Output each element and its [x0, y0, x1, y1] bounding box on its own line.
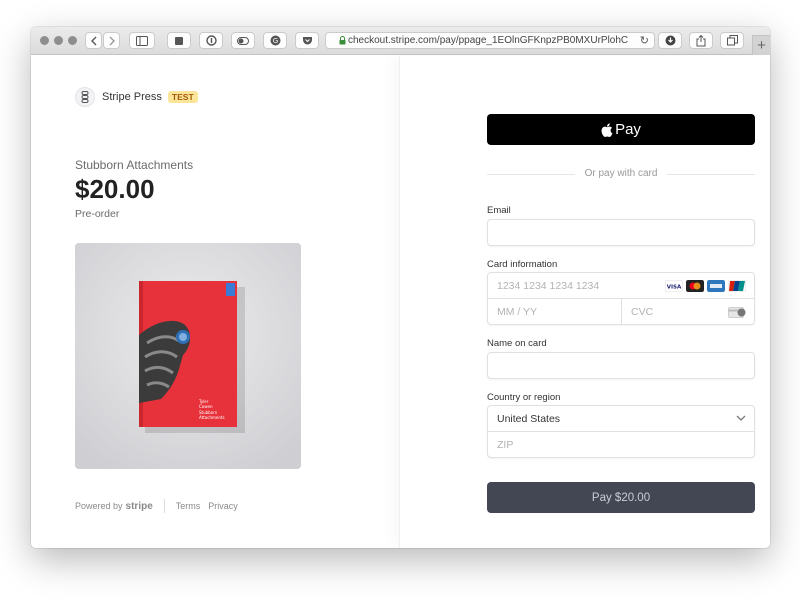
card-brands: VISA: [665, 280, 746, 292]
pay-button[interactable]: Pay $20.00: [487, 482, 755, 513]
card-info-group: 1234 1234 1234 1234 VISA MM / YY CVC: [487, 272, 755, 325]
book-cover-illustration: Tyler Cowen Stubborn Attachments: [75, 243, 301, 469]
chevron-down-icon: [736, 415, 746, 421]
forward-button[interactable]: [103, 32, 120, 49]
address-group: United States ZIP: [487, 405, 755, 458]
terms-link[interactable]: Terms: [176, 501, 201, 511]
extension-button-1[interactable]: [167, 32, 191, 49]
divider-line-right: [667, 174, 755, 175]
card-info-label: Card information: [487, 259, 558, 270]
email-label: Email: [487, 205, 511, 216]
svg-text:Attachments: Attachments: [199, 415, 225, 420]
pay-with-card-divider: Or pay with card: [487, 168, 755, 180]
minimize-window-icon[interactable]: [54, 36, 63, 45]
onepassword-icon: [205, 35, 217, 46]
test-mode-badge: TEST: [167, 91, 198, 103]
new-tab-button[interactable]: +: [752, 35, 770, 55]
download-icon: [665, 35, 675, 46]
grammarly-icon: G: [270, 35, 280, 46]
chevron-left-icon: [90, 36, 96, 45]
stripe-wordmark[interactable]: stripe: [126, 501, 153, 512]
merchant-header: Stripe Press TEST: [75, 87, 198, 107]
address-bar[interactable]: checkout.stripe.com/pay/ppage_1EOlnGFKnp…: [325, 32, 655, 49]
merchant-logo[interactable]: [75, 87, 95, 107]
expiry-placeholder: MM / YY: [497, 306, 538, 318]
svg-text:G: G: [272, 37, 277, 45]
lock-icon: [339, 36, 346, 45]
name-on-card-field[interactable]: [487, 352, 755, 379]
payment-panel: Pay Or pay with card Email Card informat…: [399, 56, 770, 548]
product-price: $20.00: [75, 174, 155, 204]
url-text: checkout.stripe.com/pay/ppage_1EOlnGFKnp…: [348, 35, 629, 46]
chevron-right-icon: [109, 36, 115, 45]
svg-text:Cowen: Cowen: [199, 404, 213, 409]
back-button[interactable]: [85, 32, 102, 49]
visa-icon: VISA: [665, 280, 683, 292]
cvc-placeholder: CVC: [631, 306, 654, 318]
merchant-name: Stripe Press: [102, 91, 162, 103]
amex-icon: [707, 280, 725, 292]
tabs-icon: [726, 35, 738, 46]
order-summary-panel: Stripe Press TEST Stubborn Attachments $…: [31, 56, 399, 548]
privacy-link[interactable]: Privacy: [208, 501, 238, 511]
expiry-input[interactable]: MM / YY: [488, 299, 622, 325]
powered-by-text: Powered by: [75, 501, 123, 511]
share-icon: [696, 34, 706, 46]
card-number-input[interactable]: 1234 1234 1234 1234 VISA: [488, 273, 754, 299]
toggle-icon: [237, 36, 249, 45]
svg-text:VISA: VISA: [667, 285, 682, 291]
share-button[interactable]: [689, 32, 713, 49]
zoom-window-icon[interactable]: [68, 36, 77, 45]
sidebar-icon: [136, 35, 148, 46]
sidebar-button[interactable]: [129, 32, 155, 49]
downloads-button[interactable]: [658, 32, 682, 49]
browser-window: G checkout.stripe.com/pay/ppage_1EOlnGFK…: [31, 27, 770, 548]
unionpay-icon: [728, 280, 746, 292]
reload-icon[interactable]: ↻: [640, 34, 649, 47]
apple-logo-icon: [601, 122, 613, 137]
country-selected-value: United States: [497, 412, 561, 425]
product-title: Stubborn Attachments: [75, 158, 194, 172]
extension-button-3[interactable]: [231, 32, 255, 49]
zip-placeholder: ZIP: [497, 439, 514, 451]
apple-pay-button[interactable]: Pay: [487, 114, 755, 145]
browser-toolbar: G checkout.stripe.com/pay/ppage_1EOlnGFK…: [31, 27, 770, 55]
page-footer: Powered by stripe Terms Privacy: [75, 499, 246, 513]
extension-icon: [175, 36, 183, 45]
zip-input[interactable]: ZIP: [488, 432, 754, 458]
product-status: Pre-order: [75, 208, 120, 220]
tabs-overview-button[interactable]: [720, 32, 744, 49]
extension-button-2[interactable]: [199, 32, 223, 49]
name-on-card-label: Name on card: [487, 338, 547, 349]
cvc-card-icon: [728, 307, 746, 318]
pocket-icon: [302, 36, 312, 44]
mastercard-icon: [686, 280, 704, 292]
product-image: Tyler Cowen Stubborn Attachments: [75, 243, 301, 469]
email-field[interactable]: [487, 219, 755, 246]
stripe-press-logo-icon: [81, 91, 89, 103]
pocket-button[interactable]: [295, 32, 319, 49]
country-select[interactable]: United States: [488, 406, 754, 432]
cvc-input[interactable]: CVC: [622, 299, 754, 325]
close-window-icon[interactable]: [40, 36, 49, 45]
apple-pay-label: Pay: [615, 121, 641, 138]
card-number-placeholder: 1234 1234 1234 1234: [497, 279, 600, 292]
footer-divider: [163, 499, 165, 513]
extension-button-4[interactable]: G: [263, 32, 287, 49]
country-label: Country or region: [487, 392, 561, 403]
